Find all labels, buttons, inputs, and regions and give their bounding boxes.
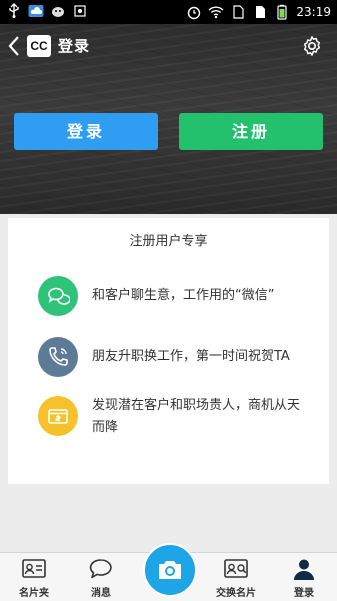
benefit-text: 发现潜在客户和职场贵人，商机从天而降 xyxy=(92,398,301,435)
benefits-card: 注册用户专享 和客户聊生意，工作用的“微信” 朋友升职换工作，第一时间祝贺TA xyxy=(8,218,329,484)
card-icon xyxy=(48,409,68,424)
signal-icon xyxy=(256,6,266,18)
register-button[interactable]: 注册 xyxy=(179,113,323,150)
sim-icon xyxy=(233,5,245,19)
benefit-text: 朋友升职换工作，第一时间祝贺TA xyxy=(92,349,290,364)
back-chevron-icon[interactable] xyxy=(6,34,22,58)
login-button[interactable]: 登录 xyxy=(14,113,158,150)
benefit-icon-circle xyxy=(38,276,78,316)
screenshot-icon xyxy=(74,5,86,17)
tab-label: 消息 xyxy=(91,588,111,599)
app-logo: CC xyxy=(27,35,51,57)
exchange-card-icon xyxy=(224,559,248,578)
battery-icon xyxy=(277,4,288,20)
camera-scan-button[interactable] xyxy=(143,543,197,597)
benefits-title: 注册用户专享 xyxy=(129,234,208,249)
tab-label: 名片夹 xyxy=(19,588,49,599)
tab-login[interactable]: 登录 xyxy=(274,553,334,601)
benefit-text: 和客户聊生意，工作用的“微信” xyxy=(92,288,275,303)
chat-icon xyxy=(48,287,70,305)
tab-card-holder[interactable]: 名片夹 xyxy=(4,553,64,601)
status-bar: 23:19 xyxy=(0,0,337,24)
header-hero: CC 登录 登录 注册 xyxy=(0,24,337,214)
phone-icon xyxy=(49,347,68,366)
camera-icon xyxy=(159,561,181,579)
tab-label: 交换名片 xyxy=(216,588,256,599)
android-icon xyxy=(52,7,64,17)
gear-icon[interactable] xyxy=(301,35,323,57)
user-icon xyxy=(294,559,314,580)
benefit-icon-circle xyxy=(38,337,78,377)
benefit-icon-circle xyxy=(38,396,78,436)
tab-exchange-cards[interactable]: 交换名片 xyxy=(206,553,266,601)
tab-label: 登录 xyxy=(294,588,314,599)
alarm-icon xyxy=(188,6,201,20)
wifi-icon xyxy=(208,6,224,19)
cloud-icon xyxy=(28,5,44,17)
message-bubble-icon xyxy=(89,559,112,579)
usb-icon xyxy=(9,3,19,18)
page-title: 登录 xyxy=(58,37,91,55)
status-right-icons: 23:19 xyxy=(186,4,331,20)
status-time: 23:19 xyxy=(296,5,331,19)
top-bar: CC 登录 xyxy=(0,24,337,68)
status-left-icons xyxy=(6,3,88,19)
contact-card-icon xyxy=(22,559,46,578)
tab-messages[interactable]: 消息 xyxy=(71,553,131,601)
